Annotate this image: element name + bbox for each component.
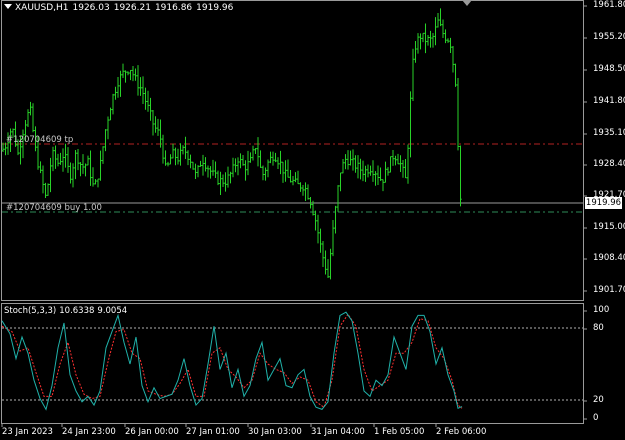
- stoch-signal-value: 9.0054: [97, 306, 128, 316]
- current-price-badge: 1919.96: [585, 197, 622, 209]
- stoch-level-label: 0: [593, 413, 599, 423]
- price-tick: 1901.70: [593, 285, 625, 295]
- axis-tick-marks: [1, 5, 587, 427]
- stoch-level-label: 100: [593, 305, 610, 315]
- time-tick: 24 Jan 23:00: [62, 427, 116, 437]
- dropdown-triangle-icon[interactable]: [4, 4, 12, 9]
- shift-marker-icon[interactable]: [462, 0, 472, 6]
- stoch-level-label: 80: [593, 323, 604, 333]
- stoch-name: Stoch(5,3,3): [4, 306, 57, 316]
- price-tick: 1948.50: [593, 64, 625, 74]
- time-tick: 2 Feb 06:00: [436, 427, 487, 437]
- chart-header: XAUUSD,H1 1926.03 1926.21 1916.86 1919.96: [4, 3, 237, 13]
- time-tick: 1 Feb 05:00: [374, 427, 425, 437]
- price-tick: 1955.20: [593, 32, 625, 42]
- main-chart-frame: [1, 0, 584, 301]
- low-price: 1916.86: [154, 3, 193, 13]
- price-tick: 1961.80: [593, 0, 625, 10]
- chart-canvas[interactable]: [0, 0, 625, 440]
- price-tick: 1908.40: [593, 253, 625, 263]
- time-tick: 26 Jan 00:00: [125, 427, 179, 437]
- stoch-main-value: 10.6338: [59, 306, 95, 316]
- time-tick: 27 Jan 01:00: [186, 427, 240, 437]
- time-tick: 31 Jan 04:00: [311, 427, 365, 437]
- high-price: 1926.21: [113, 3, 151, 13]
- stoch-level-label: 20: [593, 395, 604, 405]
- stoch-header: Stoch(5,3,3) 10.6338 9.0054: [4, 306, 130, 316]
- tp-order-label[interactable]: #120704609 tp: [6, 135, 73, 145]
- symbol-label: XAUUSD,H1: [15, 3, 69, 13]
- time-tick: 30 Jan 03:00: [248, 427, 302, 437]
- price-tick: 1915.00: [593, 222, 625, 232]
- close-price: 1919.96: [196, 3, 234, 13]
- price-tick: 1941.80: [593, 96, 625, 106]
- stoch-window-frame: [1, 303, 584, 424]
- price-tick: 1935.10: [593, 128, 625, 138]
- buy-order-label[interactable]: #120704609 buy 1.00: [6, 203, 102, 213]
- time-tick: 23 Jan 2023: [2, 427, 53, 437]
- price-tick: 1928.40: [593, 159, 625, 169]
- stoch-main-line: [1, 311, 463, 411]
- open-price: 1926.03: [72, 3, 110, 13]
